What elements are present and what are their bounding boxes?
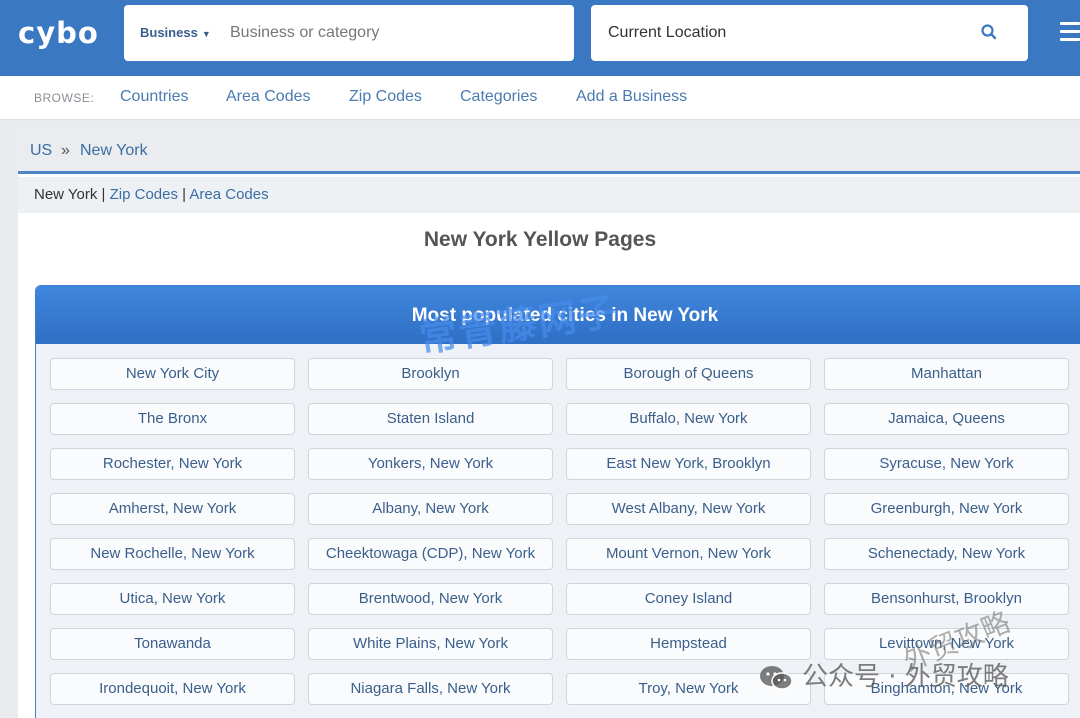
city-button[interactable]: Bensonhurst, Brooklyn [824,583,1069,615]
watermark-corner: 公众号 · 外贸攻略 [758,656,1009,693]
watermark-corner-text: 公众号 · 外贸攻略 [802,662,1009,692]
city-button[interactable]: Jamaica, Queens [824,403,1069,435]
city-button[interactable]: Niagara Falls, New York [308,673,553,705]
city-button[interactable]: West Albany, New York [566,493,811,525]
subnav-zip-codes[interactable]: Zip Codes [110,186,178,203]
city-button[interactable]: White Plains, New York [308,628,553,660]
city-button[interactable]: Greenburgh, New York [824,493,1069,525]
city-button[interactable]: Yonkers, New York [308,448,553,480]
breadcrumb-new-york[interactable]: New York [80,142,148,160]
location-input[interactable]: Current Location [608,24,726,42]
nav-categories[interactable]: Categories [460,88,537,106]
city-button[interactable]: Syracuse, New York [824,448,1069,480]
nav-zip-codes[interactable]: Zip Codes [349,88,422,106]
city-button[interactable]: Utica, New York [50,583,295,615]
browse-nav: BROWSE: Countries Area Codes Zip Codes C… [0,76,1080,120]
business-search-box: Business ▼ [124,5,574,61]
search-type-dropdown[interactable]: Business ▼ [140,25,211,40]
city-button[interactable]: Manhattan [824,358,1069,390]
page-title: New York Yellow Pages [423,228,657,251]
city-button[interactable]: Brentwood, New York [308,583,553,615]
search-icon[interactable] [980,23,998,41]
city-button[interactable]: Coney Island [566,583,811,615]
city-button[interactable]: East New York, Brooklyn [566,448,811,480]
top-bar: cybo Business▼ Current Location [0,0,1080,76]
city-button[interactable]: Irondequoit, New York [50,673,295,705]
city-button[interactable]: New Rochelle, New York [50,538,295,570]
city-button[interactable]: Tonawanda [50,628,295,660]
city-button[interactable]: Mount Vernon, New York [566,538,811,570]
city-button[interactable]: Cheektowaga (CDP), New York [308,538,553,570]
subnav-area-codes[interactable]: Area Codes [189,186,268,203]
nav-countries[interactable]: Countries [120,88,188,106]
content-panel: US » New York New York | Zip Codes | Are… [18,130,1080,718]
breadcrumb-separator: » [61,142,70,159]
city-button[interactable]: Borough of Queens [566,358,811,390]
nav-area-codes[interactable]: Area Codes [226,88,311,106]
location-box[interactable]: Current Location [591,5,1028,61]
city-button[interactable]: New York City [50,358,295,390]
hamburger-menu-icon[interactable] [1060,22,1080,42]
city-button[interactable]: Amherst, New York [50,493,295,525]
subnav-separator: | [177,186,190,203]
subnav-separator: | [97,186,110,203]
search-type-label: Business [140,25,198,40]
nav-add-business[interactable]: Add a Business [576,88,687,106]
business-search-input[interactable] [230,17,560,49]
city-button[interactable]: Brooklyn [308,358,553,390]
breadcrumb: US » New York [18,130,1080,174]
city-button[interactable]: The Bronx [50,403,295,435]
city-button[interactable]: Albany, New York [308,493,553,525]
wechat-icon [760,665,793,690]
city-button[interactable]: Schenectady, New York [824,538,1069,570]
chevron-down-icon: ▼ [201,29,211,39]
subnav-current: New York [34,186,98,203]
browse-label: BROWSE: [34,91,95,105]
state-subnav: New York | Zip Codes | Area Codes [18,177,1080,213]
cybo-logo[interactable]: cybo [18,16,99,50]
city-button[interactable]: Buffalo, New York [566,403,811,435]
city-button[interactable]: Staten Island [308,403,553,435]
city-button[interactable]: Rochester, New York [50,448,295,480]
breadcrumb-us[interactable]: US [30,142,52,160]
